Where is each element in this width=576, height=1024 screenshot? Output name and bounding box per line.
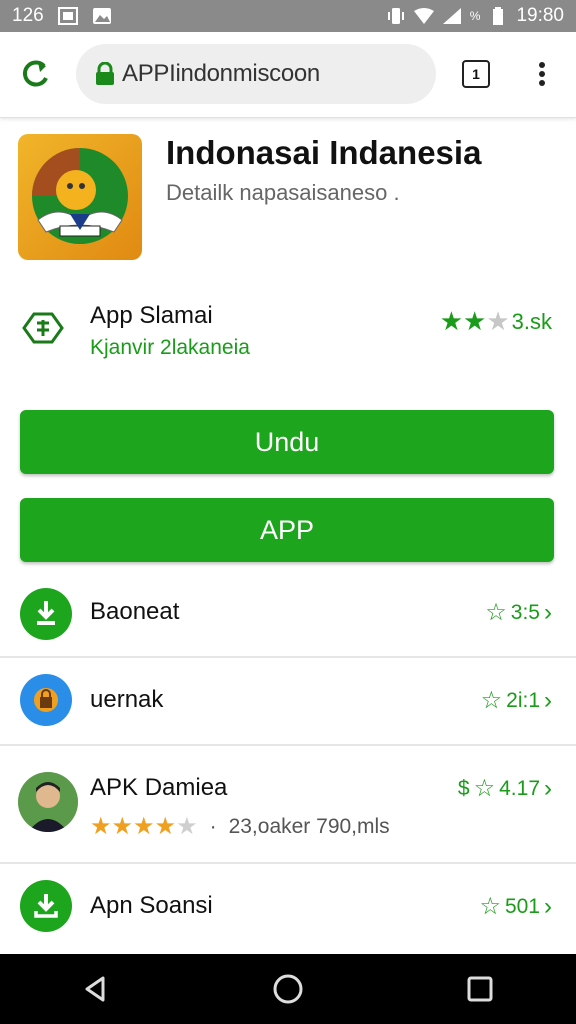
app-name: App Slamai <box>90 302 213 329</box>
list-item-rating: ☆ 3:5 › <box>485 598 552 627</box>
system-nav-bar <box>0 954 576 1024</box>
app-title: Indonasai Indanesia <box>166 134 482 171</box>
star-icon: ★ <box>133 813 155 840</box>
star-outline-icon: ☆ <box>479 893 501 920</box>
home-button[interactable] <box>258 959 318 1019</box>
battery-icon <box>488 7 508 25</box>
list-item[interactable]: Apn Soansi ☆ 501 › <box>0 864 576 950</box>
developer-link[interactable]: Kjanvir 2lakaneia <box>90 336 250 360</box>
star-icon: ★ <box>176 813 198 840</box>
rating-value: 501 <box>504 894 540 918</box>
star-icon: ★ <box>463 306 487 336</box>
list-item[interactable]: APK Damiea $ ☆ 4.17 › ★★★★★ · 23,oaker 7… <box>0 746 576 864</box>
star-outline-icon: ☆ <box>480 687 503 714</box>
chevron-right-icon: › <box>544 892 552 920</box>
photo-notification-icon <box>92 7 112 25</box>
url-field[interactable]: APPIindonmiscoon <box>76 44 436 104</box>
recents-square-icon <box>467 976 493 1002</box>
menu-dot <box>539 80 545 86</box>
refresh-icon <box>22 60 48 87</box>
rating-summary: ★★★ 3.sk <box>440 308 552 336</box>
app-subtitle: Detailk napasaisaneso . <box>166 180 400 205</box>
back-button[interactable] <box>66 959 126 1019</box>
list-item-title: Baoneat <box>90 598 180 625</box>
lock-app-icon <box>20 674 72 726</box>
star-icon: ★ <box>154 813 177 840</box>
back-triangle-icon <box>85 976 105 1002</box>
image-notification-icon <box>57 7 78 25</box>
status-time: 19:80 <box>516 5 564 26</box>
browser-toolbar: APPIindonmiscoon 1 <box>0 32 576 118</box>
status-bar: 126 % 19:80 <box>0 0 576 32</box>
star-outline-icon: ☆ <box>485 599 507 626</box>
app-button[interactable]: APP <box>20 498 554 562</box>
url-text: APPIindonmiscoon <box>122 60 320 87</box>
shield-app-icon <box>22 312 64 344</box>
list-item-rating: ☆ 501 › <box>479 892 552 921</box>
list-item-title: Apn Soansi <box>90 892 213 919</box>
reload-button[interactable] <box>16 54 56 94</box>
download-button[interactable]: Undu <box>20 410 554 474</box>
list-item-title: APK Damiea <box>90 774 228 801</box>
overflow-menu-button[interactable] <box>530 56 554 92</box>
rating-value: 3:5 <box>510 600 540 624</box>
tab-switcher-button[interactable]: 1 <box>462 60 490 88</box>
chevron-right-icon: › <box>544 598 552 626</box>
rating-stars: ★★★★★ <box>90 812 198 841</box>
lock-icon <box>96 62 114 85</box>
star-icon: ★ <box>486 306 510 336</box>
list-item[interactable]: Baoneat ☆ 3:5 › <box>0 570 576 658</box>
rating-prefix: $ <box>457 776 470 800</box>
menu-dot <box>539 62 545 68</box>
recents-button[interactable] <box>450 959 510 1019</box>
status-left-text: 126 <box>12 5 44 26</box>
chevron-right-icon: › <box>544 686 552 714</box>
rating-value: 2i:1 <box>506 688 540 712</box>
signal-icon <box>442 7 462 25</box>
list-item-rating: $ ☆ 4.17 › <box>458 774 552 803</box>
download-check-icon <box>20 588 72 640</box>
list-item-rating: ☆ 2i:1 › <box>481 686 552 715</box>
star-icon: ★ <box>439 306 464 336</box>
app-list: Baoneat ☆ 3:5 › uernak ☆ 2i:1 › APK Dami… <box>0 570 576 950</box>
star-outline-icon: ☆ <box>473 775 496 802</box>
list-item-title: uernak <box>90 686 164 713</box>
menu-dot <box>539 71 545 77</box>
battery-percent: % <box>469 9 481 23</box>
star-icon: ★ <box>111 813 134 840</box>
vibrate-icon <box>386 7 406 25</box>
rating-value: 4.17 <box>499 776 540 800</box>
download-icon <box>20 880 72 932</box>
app-info-row[interactable]: App Slamai Kjanvir 2lakaneia ★★★ 3.sk <box>0 290 576 370</box>
app-logo[interactable] <box>18 134 142 260</box>
list-item-meta: ★★★★★ · 23,oaker 790,mls <box>90 812 390 841</box>
app-header: Indonasai Indanesia Detailk napasaisanes… <box>0 122 576 272</box>
wifi-icon <box>413 7 434 25</box>
rating-stars: ★★★ <box>440 308 510 336</box>
meta-separator: · <box>209 814 217 838</box>
meta-text: 23,oaker 790,mls <box>228 814 390 838</box>
home-circle-icon <box>273 974 303 1004</box>
list-item[interactable]: uernak ☆ 2i:1 › <box>0 658 576 746</box>
chevron-right-icon: › <box>544 774 552 802</box>
star-icon: ★ <box>90 813 112 840</box>
rating-value: 3.sk <box>511 309 552 334</box>
avatar <box>18 772 78 832</box>
